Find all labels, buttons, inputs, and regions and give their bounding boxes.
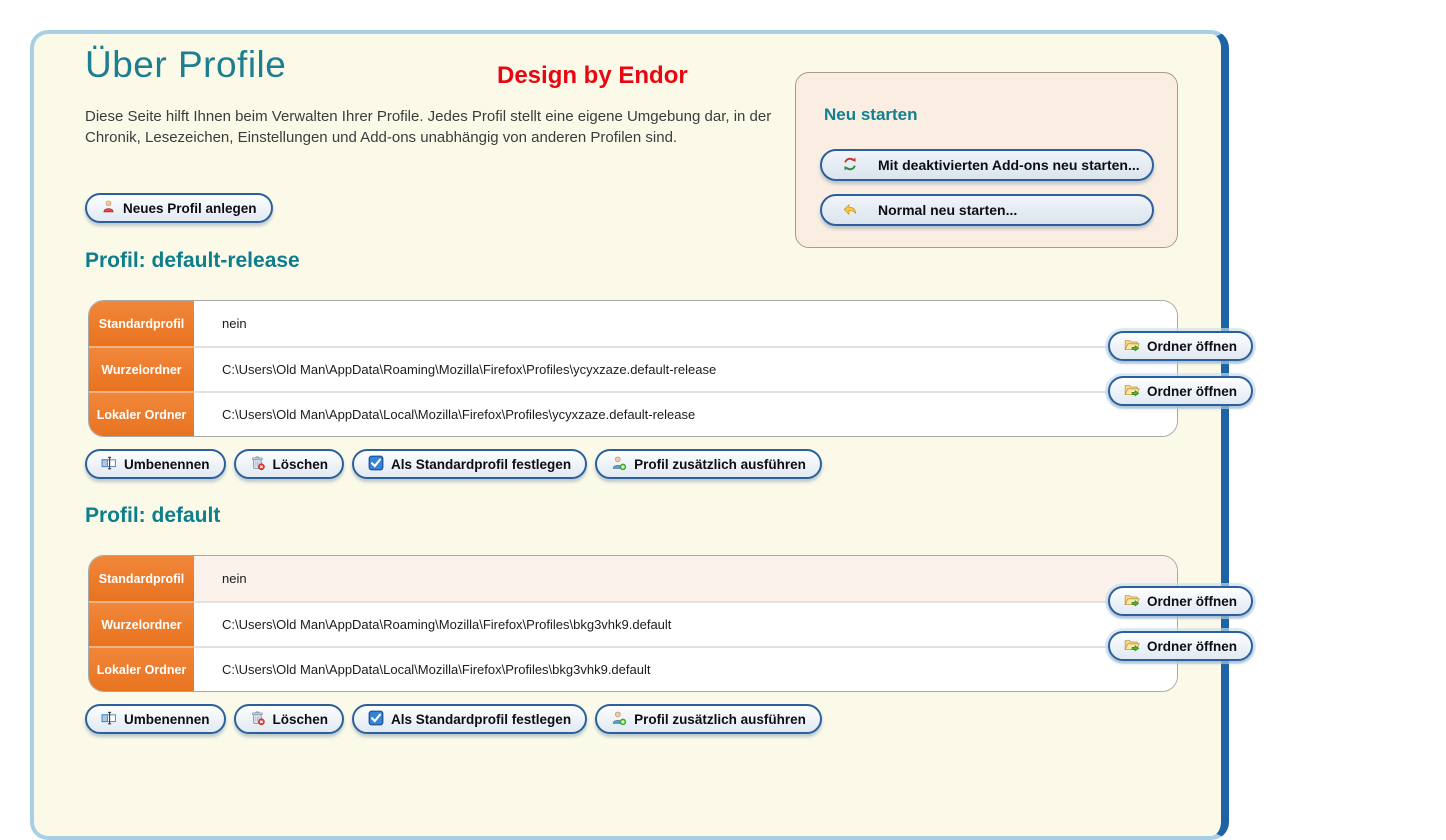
restart-box: Neu starten Mit deaktivierten Add-ons ne…: [795, 72, 1178, 248]
table-row-local-folder: Lokaler Ordner C:\Users\Old Man\AppData\…: [89, 391, 1177, 436]
open-folder-label: Ordner öffnen: [1147, 593, 1237, 609]
delete-button[interactable]: Löschen: [233, 704, 345, 734]
row-label: Lokaler Ordner: [89, 391, 194, 436]
profile-actions: Umbenennen Löschen Als Standardprofil fe…: [85, 449, 1180, 479]
launch-profile-button[interactable]: Profil zusätzlich ausführen: [595, 704, 822, 734]
open-folder-label: Ordner öffnen: [1147, 338, 1237, 354]
delete-label: Löschen: [272, 456, 329, 472]
delete-button[interactable]: Löschen: [233, 449, 345, 479]
profile-heading: Profil: default-release: [85, 249, 300, 272]
rename-label: Umbenennen: [124, 711, 210, 727]
row-value: C:\Users\Old Man\AppData\Local\Mozilla\F…: [194, 646, 1177, 691]
row-label: Standardprofil: [89, 556, 194, 601]
set-default-label: Als Standardprofil festlegen: [391, 711, 572, 727]
open-root-folder-button[interactable]: Ordner öffnen: [1108, 331, 1253, 361]
open-local-folder-button[interactable]: Ordner öffnen: [1108, 376, 1253, 406]
create-profile-label: Neues Profil anlegen: [123, 200, 257, 216]
person-add-icon: [611, 710, 627, 729]
open-folder-label: Ordner öffnen: [1147, 383, 1237, 399]
profile-section-default-release: Profil: default-release Standardprofil n…: [85, 248, 1253, 479]
row-value: nein: [194, 301, 1177, 346]
folder-open-icon: [1124, 592, 1140, 611]
open-root-folder-button[interactable]: Ordner öffnen: [1108, 586, 1253, 616]
row-value: C:\Users\Old Man\AppData\Roaming\Mozilla…: [194, 601, 1177, 646]
table-row-root-folder: Wurzelordner C:\Users\Old Man\AppData\Ro…: [89, 346, 1177, 391]
launch-profile-label: Profil zusätzlich ausführen: [634, 456, 806, 472]
restart-addons-disabled-button[interactable]: Mit deaktivierten Add-ons neu starten...: [820, 149, 1154, 181]
table-row-local-folder: Lokaler Ordner C:\Users\Old Man\AppData\…: [89, 646, 1177, 691]
profile-heading: Profil: default: [85, 504, 221, 527]
table-row-default-profile: Standardprofil nein: [89, 301, 1177, 346]
launch-profile-label: Profil zusätzlich ausführen: [634, 711, 806, 727]
row-label: Wurzelordner: [89, 601, 194, 646]
row-value: C:\Users\Old Man\AppData\Roaming\Mozilla…: [194, 346, 1177, 391]
folder-open-icon: [1124, 382, 1140, 401]
open-folder-label: Ordner öffnen: [1147, 638, 1237, 654]
design-watermark: Design by Endor: [497, 62, 688, 89]
profile-table: Standardprofil nein Wurzelordner C:\User…: [88, 555, 1178, 692]
restart-normal-label: Normal neu starten...: [878, 202, 1018, 218]
open-local-folder-button[interactable]: Ordner öffnen: [1108, 631, 1253, 661]
table-row-default-profile: Standardprofil nein: [89, 556, 1177, 601]
folder-open-icon: [1124, 637, 1140, 656]
folder-open-icon: [1124, 337, 1140, 356]
rename-button[interactable]: Umbenennen: [85, 449, 226, 479]
profile-section-default: Profil: default Standardprofil nein Wurz…: [85, 503, 1253, 734]
main-panel: Über Profile Design by Endor Diese Seite…: [30, 30, 1253, 840]
page-title: Über Profile: [85, 44, 287, 85]
set-default-profile-button[interactable]: Als Standardprofil festlegen: [352, 704, 588, 734]
row-label: Standardprofil: [89, 301, 194, 346]
restart-normal-button[interactable]: Normal neu starten...: [820, 194, 1154, 226]
create-profile-button[interactable]: Neues Profil anlegen: [85, 193, 273, 223]
refresh-icon: [842, 156, 858, 175]
rename-icon: [101, 455, 117, 474]
rename-button[interactable]: Umbenennen: [85, 704, 226, 734]
row-value: C:\Users\Old Man\AppData\Local\Mozilla\F…: [194, 391, 1177, 436]
launch-profile-button[interactable]: Profil zusätzlich ausführen: [595, 449, 822, 479]
profile-actions: Umbenennen Löschen Als Standardprofil fe…: [85, 704, 1180, 734]
person-add-icon: [611, 455, 627, 474]
row-value: nein: [194, 556, 1177, 601]
checkbox-checked-icon: [368, 710, 384, 729]
set-default-profile-button[interactable]: Als Standardprofil festlegen: [352, 449, 588, 479]
restart-addons-disabled-label: Mit deaktivierten Add-ons neu starten...: [878, 157, 1140, 173]
table-row-root-folder: Wurzelordner C:\Users\Old Man\AppData\Ro…: [89, 601, 1177, 646]
delete-label: Löschen: [272, 711, 329, 727]
person-red-icon: [101, 199, 116, 217]
rename-label: Umbenennen: [124, 456, 210, 472]
restart-box-title: Neu starten: [824, 105, 918, 124]
trash-delete-icon: [250, 710, 266, 729]
checkbox-checked-icon: [368, 455, 384, 474]
page-description: Diese Seite hilft Ihnen beim Verwalten I…: [85, 108, 772, 146]
row-label: Wurzelordner: [89, 346, 194, 391]
undo-icon: [842, 201, 858, 220]
set-default-label: Als Standardprofil festlegen: [391, 456, 572, 472]
row-label: Lokaler Ordner: [89, 646, 194, 691]
trash-delete-icon: [250, 455, 266, 474]
profile-table: Standardprofil nein Wurzelordner C:\User…: [88, 300, 1178, 437]
rename-icon: [101, 710, 117, 729]
